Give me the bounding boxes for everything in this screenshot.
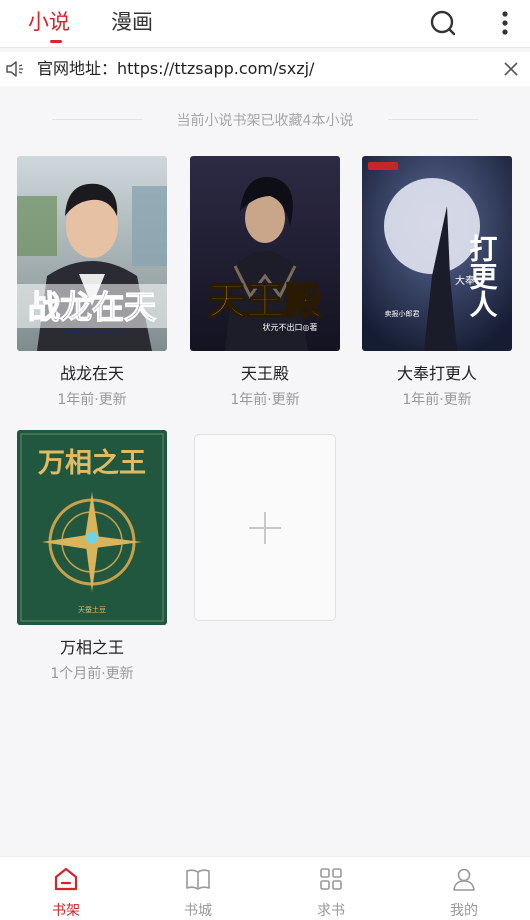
book-cover[interactable]: 万相之王 天蚕土豆	[17, 430, 167, 625]
nav-bookstore[interactable]: 书城	[132, 857, 264, 920]
tab-novel[interactable]: 小说	[28, 8, 70, 36]
speaker-icon	[6, 61, 23, 77]
shelf-summary: 当前小说书架已收藏4本小说	[0, 108, 530, 132]
more-options-button[interactable]	[493, 6, 517, 42]
nav-label: 求书	[317, 903, 345, 919]
more-vertical-icon	[502, 11, 508, 35]
close-icon	[504, 62, 518, 76]
plus-icon	[249, 512, 281, 544]
cover-subtitle-text: 状元不出口◎著	[263, 322, 318, 332]
book-title: 万相之王	[59, 638, 124, 657]
announcement-bar: 官网地址：https://ttzsapp.com/sxzj/	[0, 52, 530, 86]
cover-subtitle-text: ZHANLONGZAITIAN	[63, 329, 121, 336]
nav-request-book[interactable]: 求书	[265, 857, 397, 920]
add-book-button[interactable]	[194, 434, 336, 621]
book-icon	[186, 869, 210, 890]
divider	[388, 119, 478, 120]
cover-subtitle-text: 大奉	[455, 274, 475, 287]
nav-bookshelf[interactable]: 书架	[0, 857, 132, 920]
book-update-time: 1年前·更新	[230, 392, 300, 408]
book-title: 大奉打更人	[396, 364, 477, 383]
book-cover[interactable]: 打更人 大奉 卖报小郎君	[362, 156, 512, 351]
book-cover[interactable]: 战龙在天 ZHANLONGZAITIAN	[17, 156, 167, 351]
cover-title-text: 战龙在天	[28, 288, 156, 326]
nav-profile[interactable]: 我的	[398, 857, 530, 920]
tab-comic[interactable]: 漫画	[111, 8, 153, 36]
cover-title-text: 万相之王	[38, 447, 146, 479]
user-icon	[453, 868, 475, 891]
cover-author-text: 卖报小郎君	[385, 309, 420, 318]
home-icon	[54, 867, 78, 891]
nav-label: 书城	[184, 903, 212, 919]
book-cover[interactable]: 天王殿 状元不出口◎著	[190, 156, 340, 351]
search-button[interactable]	[425, 6, 461, 42]
active-tab-indicator	[50, 40, 62, 43]
top-header: 小说 漫画	[0, 0, 530, 48]
book-title: 战龙在天	[59, 364, 124, 383]
nav-label: 我的	[450, 903, 478, 919]
search-icon	[430, 10, 456, 36]
announcement-text[interactable]: 官网地址：https://ttzsapp.com/sxzj/	[37, 58, 314, 80]
bottom-navigation: 书架 书城 求书 我的	[0, 856, 530, 920]
nav-label: 书架	[52, 903, 80, 919]
book-update-time: 1个月前·更新	[50, 666, 134, 682]
shelf-count-text: 当前小说书架已收藏4本小说	[176, 113, 354, 129]
cover-title-text: 天王殿	[208, 278, 322, 323]
book-update-time: 1年前·更新	[402, 392, 472, 408]
book-title: 天王殿	[240, 364, 289, 383]
book-update-time: 1年前·更新	[57, 392, 127, 408]
grid-icon	[320, 868, 342, 890]
cover-subtitle-text: 天蚕土豆	[78, 605, 106, 614]
close-announcement-button[interactable]	[500, 58, 522, 80]
